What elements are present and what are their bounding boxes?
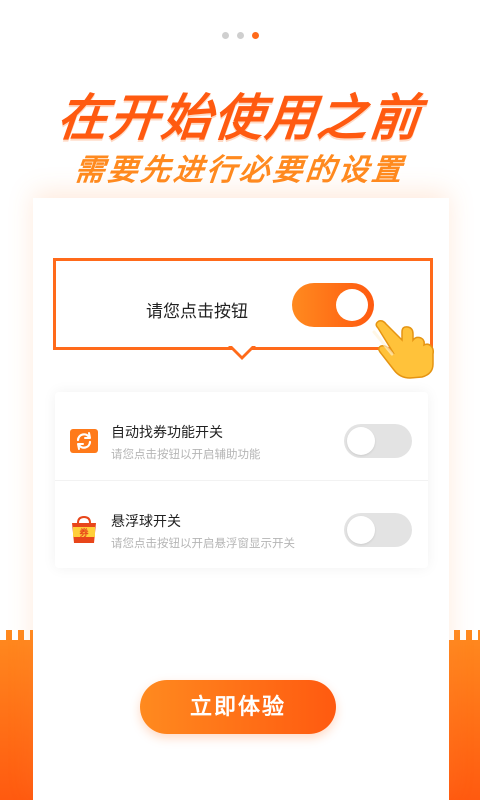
hand-pointer-icon xyxy=(372,320,434,379)
settings-row-floating-ball: 券 悬浮球开关 请您点击按钮以开启悬浮窗显示开关 xyxy=(55,480,428,569)
settings-row-title: 悬浮球开关 xyxy=(111,514,181,530)
auto-coupon-toggle[interactable] xyxy=(344,424,412,458)
settings-row-title: 自动找券功能开关 xyxy=(111,425,223,441)
refresh-coupon-icon xyxy=(70,429,98,453)
page-subtitle: 需要先进行必要的设置 xyxy=(72,153,407,188)
coupon-bag-icon: 券 xyxy=(72,515,96,543)
toggle-knob xyxy=(347,427,375,455)
side-decoration-right xyxy=(448,630,480,800)
pager-dot-2 xyxy=(236,32,244,39)
settings-row-subtitle: 请您点击按钮以开启辅助功能 xyxy=(111,447,261,461)
pager-dots xyxy=(0,32,480,39)
floating-ball-toggle[interactable] xyxy=(344,513,412,547)
svg-text:券: 券 xyxy=(78,527,89,539)
onboarding-page: 在开始使用之前 需要先进行必要的设置 请您点击按钮 自动找券功能开关 请您点击按… xyxy=(0,0,480,800)
pager-dot-3-active xyxy=(251,32,259,39)
toggle-knob xyxy=(336,289,368,321)
callout-pointer-inner xyxy=(232,346,252,356)
demo-toggle-on[interactable] xyxy=(292,283,374,327)
toggle-knob xyxy=(347,516,375,544)
settings-row-auto-coupon: 自动找券功能开关 请您点击按钮以开启辅助功能 xyxy=(55,392,428,480)
settings-list: 自动找券功能开关 请您点击按钮以开启辅助功能 券 悬浮球开关 请您点击按钮以开启… xyxy=(55,392,428,568)
pager-dot-1 xyxy=(221,32,229,39)
settings-row-subtitle: 请您点击按钮以开启悬浮窗显示开关 xyxy=(111,536,295,550)
callout-label: 请您点击按钮 xyxy=(146,302,248,322)
page-title: 在开始使用之前 xyxy=(54,89,425,147)
try-now-button[interactable]: 立即体验 xyxy=(140,680,336,734)
